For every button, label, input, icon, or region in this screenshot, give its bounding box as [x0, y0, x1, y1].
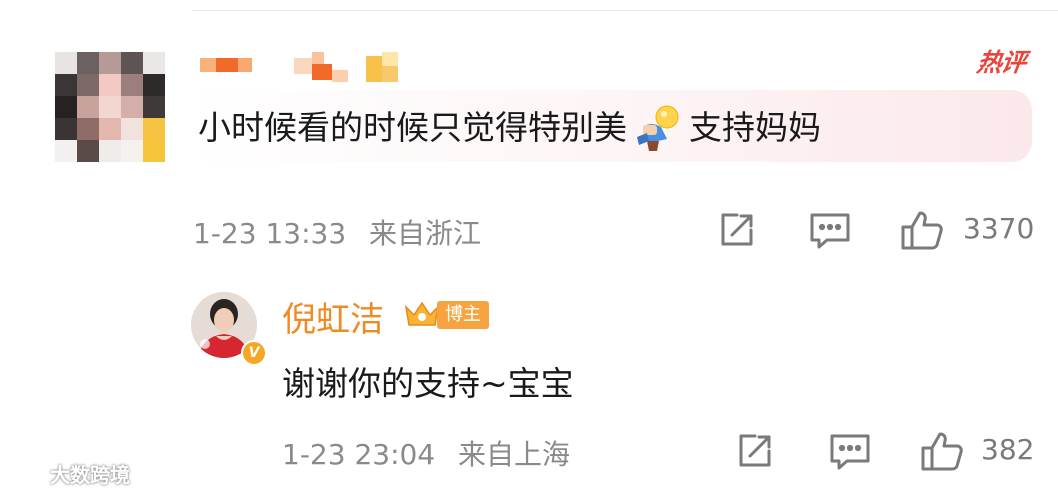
watermark: 大数跨境 [6, 458, 130, 488]
comment-meta: 1-23 13:33 来自浙江 [193, 212, 481, 252]
comment-text-part2: 支持妈妈 [689, 108, 821, 147]
reply-author-name[interactable]: 倪虹洁 [282, 292, 384, 341]
like-icon[interactable] [900, 208, 944, 256]
hot-comment-badge: 热评 [975, 48, 1028, 77]
reply-location: 来自上海 [458, 438, 571, 471]
comment-text: 小时候看的时候只觉得特别美 支持妈妈 [198, 100, 821, 156]
idea-emoji-icon [633, 103, 683, 153]
reply-timestamp: 1-23 23:04 [282, 438, 436, 471]
reply-meta: 1-23 23:04 来自上海 [282, 433, 570, 473]
comment-icon[interactable] [809, 212, 851, 254]
comment-timestamp: 1-23 13:33 [193, 217, 347, 250]
comment-location: 来自浙江 [369, 217, 482, 250]
top-divider [192, 10, 1058, 11]
reply-like-icon[interactable] [920, 429, 964, 477]
blogger-badge-label: 博主 [437, 301, 489, 329]
commenter-avatar[interactable] [55, 52, 165, 162]
reply-like-count: 382 [981, 433, 1035, 466]
comment-like-count: 3370 [963, 212, 1035, 245]
verified-badge-icon: V [241, 340, 267, 366]
watermark-logo-icon [8, 463, 46, 482]
reply-comment-icon[interactable] [829, 433, 871, 475]
watermark-text: 大数跨境 [50, 462, 130, 487]
share-icon[interactable] [717, 210, 757, 254]
reply-text: 谢谢你的支持~宝宝 [282, 364, 574, 403]
commenter-name-redacted[interactable] [200, 52, 410, 86]
reply-share-icon[interactable] [735, 431, 775, 475]
comment-text-part1: 小时候看的时候只觉得特别美 [198, 108, 627, 147]
